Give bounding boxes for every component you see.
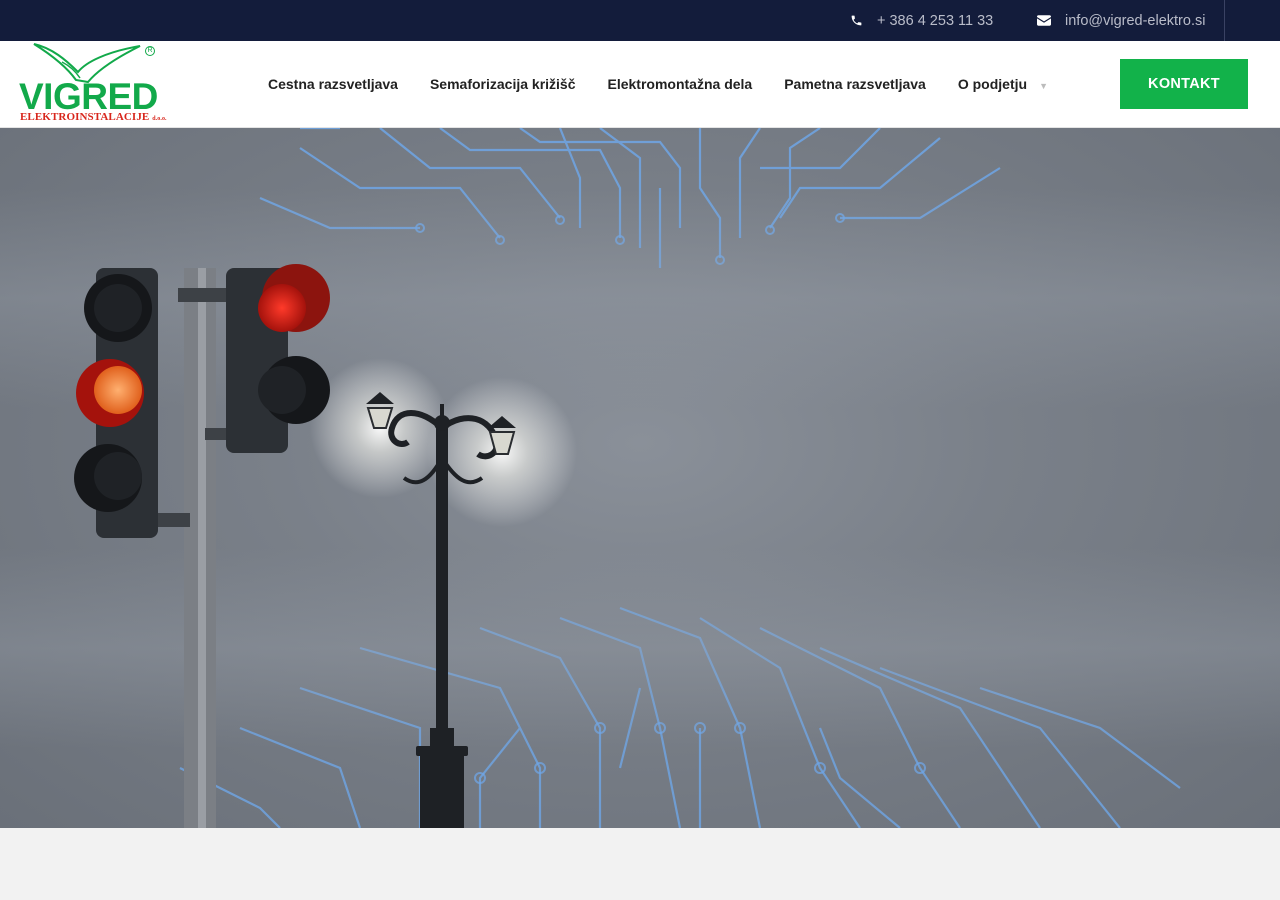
phone-contact[interactable]: + 386 4 253 11 33: [850, 0, 993, 41]
logo-brand-text: VIGRED: [19, 76, 158, 117]
email-contact[interactable]: info@vigred-elektro.si: [1037, 0, 1205, 41]
nav-o-podjetju[interactable]: O podjetju ▼: [958, 76, 1048, 92]
logo-suffix: d.o.o.: [152, 116, 167, 122]
site-header: R VIGRED ELEKTROINSTALACIJE d.o.o. Cestn…: [0, 41, 1280, 128]
hero-image: [0, 128, 1280, 828]
nav-elektromontazna-dela[interactable]: Elektromontažna dela: [608, 76, 753, 92]
nav-o-podjetju-label: O podjetju: [957, 76, 1028, 92]
logo-subtitle: ELEKTROINSTALACIJE d.o.o.: [20, 112, 167, 123]
email-address: info@vigred-elektro.si: [1065, 12, 1206, 29]
nav-cestna-razsvetljava[interactable]: Cestna razsvetljava: [268, 76, 398, 92]
phone-number: + 386 4 253 11 33: [877, 12, 994, 29]
nav-pametna-razsvetljava[interactable]: Pametna razsvetljava: [784, 76, 926, 92]
page-content-area: [0, 828, 1280, 900]
logo-subtitle-text: ELEKTROINSTALACIJE: [20, 111, 150, 123]
site-logo[interactable]: R VIGRED ELEKTROINSTALACIJE d.o.o.: [18, 42, 167, 126]
hero-banner: [0, 128, 1280, 828]
chevron-down-icon: ▼: [1039, 81, 1048, 91]
kontakt-button[interactable]: KONTAKT: [1120, 59, 1248, 109]
topbar-divider: [1224, 0, 1225, 41]
main-nav: Cestna razsvetljava Semaforizacija križi…: [268, 41, 1048, 127]
phone-icon: [851, 15, 862, 26]
registered-mark: R: [145, 46, 155, 56]
top-bar: + 386 4 253 11 33 info@vigred-elektro.si: [0, 0, 1280, 41]
envelope-icon: [1037, 15, 1051, 26]
nav-semaforizacija-krizisc[interactable]: Semaforizacija križišč: [430, 76, 576, 92]
